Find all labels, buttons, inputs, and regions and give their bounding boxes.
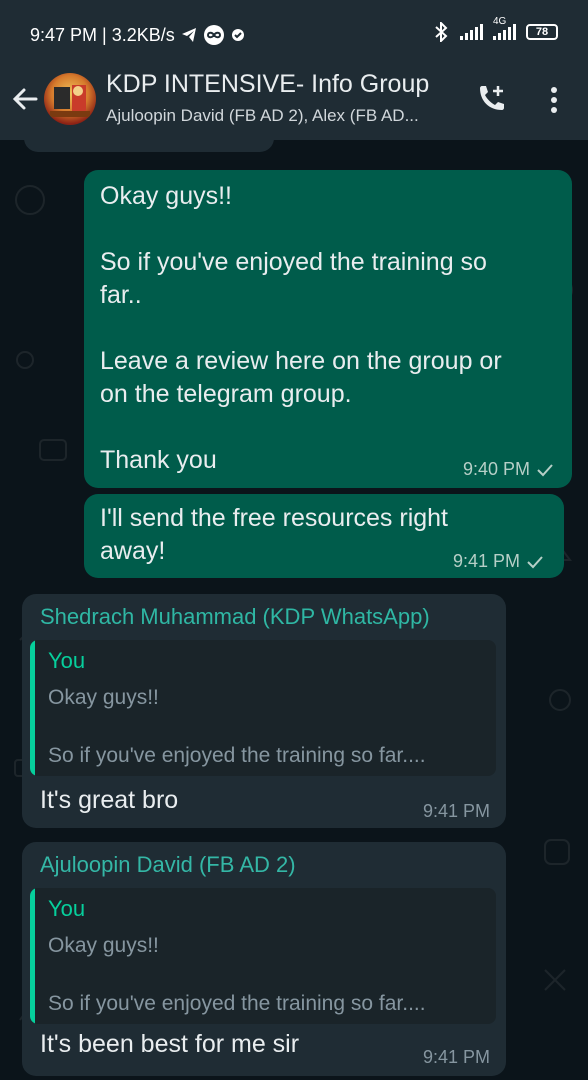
network-type-label: 4G [493,16,507,27]
telegram-icon [181,28,196,42]
status-left: 9:47 PM | 3.2KB/s [30,24,245,46]
message-time: 9:41 PM [452,551,520,571]
message-time: 9:41 PM [422,801,490,821]
message-meta: 9:41 PM [423,1047,490,1068]
chat-title[interactable]: KDP INTENSIVE- Info Group [106,70,429,99]
quote-line-1: Okay guys!! [48,934,159,957]
signal-strength-icon-1 [460,24,483,40]
message-time: 9:41 PM [422,1047,490,1067]
bluetooth-icon [435,22,448,42]
add-call-icon[interactable] [474,82,510,118]
quoted-message[interactable]: You Okay guys!! So if you've enjoyed the… [30,888,496,1024]
message-meta: 9:41 PM [453,551,544,572]
chat-header: KDP INTENSIVE- Info Group Ajuloopin Davi… [0,66,588,140]
group-avatar-image [50,85,90,117]
message-text: Okay guys!! So if you've enjoyed the tra… [100,182,502,474]
message-text: It's great bro [40,786,179,814]
quote-line-2: So if you've enjoyed the training so far… [48,992,426,1015]
battery-icon: 78 [526,24,558,40]
previous-message-stub [24,140,274,152]
quoted-message[interactable]: You Okay guys!! So if you've enjoyed the… [30,640,496,776]
message-time: 9:40 PM [462,459,530,479]
status-time: 9:47 PM | 3.2KB/s [30,24,175,45]
incoming-message[interactable]: Shedrach Muhammad (KDP WhatsApp) You Oka… [22,594,506,828]
status-bar: 9:47 PM | 3.2KB/s 4G 78 [0,0,588,66]
outgoing-message[interactable]: Okay guys!! So if you've enjoyed the tra… [84,170,572,488]
back-arrow-icon[interactable] [8,82,42,116]
message-meta: 9:41 PM [423,801,490,822]
chat-area[interactable]: Okay guys!! So if you've enjoyed the tra… [0,140,588,1080]
sender-name[interactable]: Ajuloopin David (FB AD 2) [40,852,296,878]
sender-name[interactable]: Shedrach Muhammad (KDP WhatsApp) [40,604,430,630]
infinity-icon [203,25,224,45]
quote-author: You [48,648,86,673]
status-right: 4G 78 [432,16,558,42]
single-check-icon [537,463,553,476]
quote-accent-bar [30,888,35,1024]
message-text: I'll send the free resources right away! [100,504,448,565]
message-text: It's been best for me sir [40,1030,300,1058]
battery-level: 78 [535,26,549,38]
single-check-icon [527,555,543,568]
message-meta: 9:40 PM [463,459,554,480]
data-saver-icon [231,29,244,41]
quote-line-1: Okay guys!! [48,686,159,709]
quote-author: You [48,896,86,921]
group-avatar[interactable] [44,73,96,125]
quote-line-2: So if you've enjoyed the training so far… [48,744,426,767]
outgoing-message[interactable]: I'll send the free resources right away!… [84,494,564,578]
more-options-icon[interactable] [540,82,568,118]
incoming-message[interactable]: Ajuloopin David (FB AD 2) You Okay guys!… [22,842,506,1076]
network-indicator: 4G [493,16,516,40]
quote-accent-bar [30,640,35,776]
chat-participants[interactable]: Ajuloopin David (FB AD 2), Alex (FB AD..… [106,106,419,126]
